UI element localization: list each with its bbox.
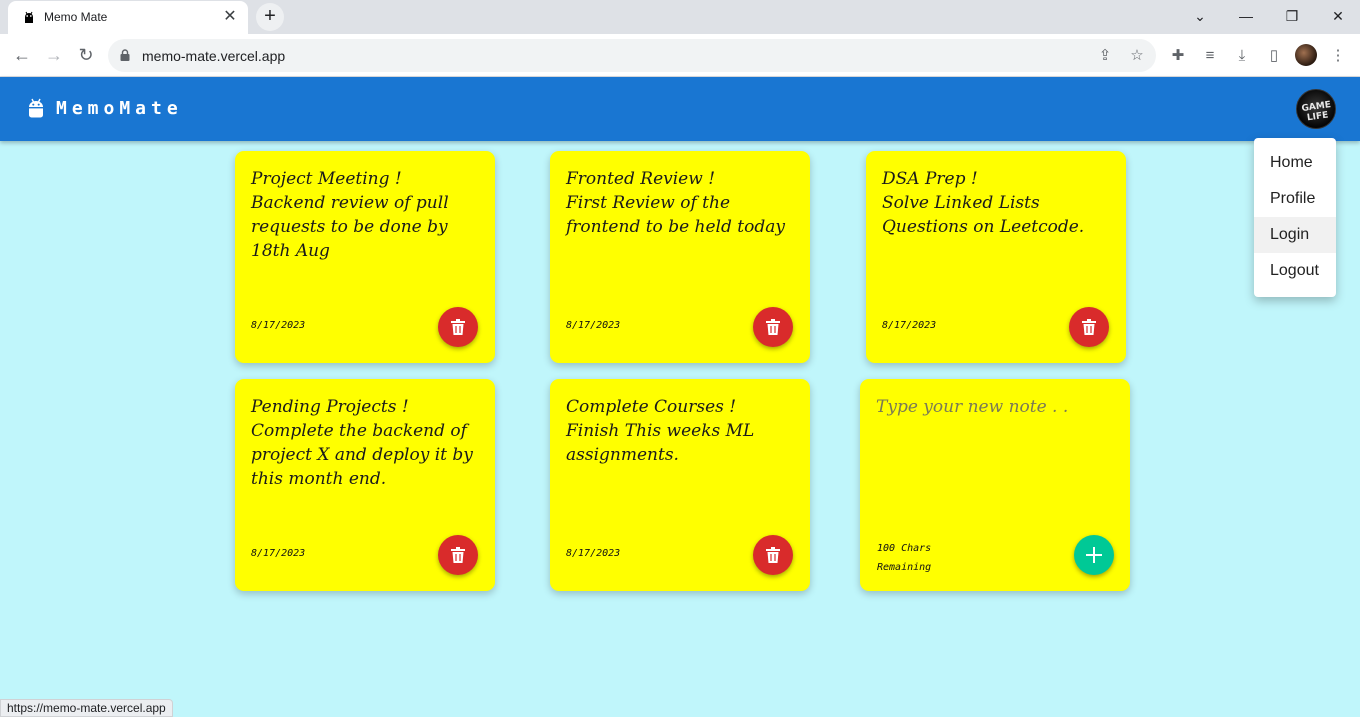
- note-content: Project Meeting ! Backend review of pull…: [251, 167, 491, 263]
- note-body: First Review of the frontend to be held …: [566, 193, 785, 237]
- android-icon: [29, 98, 43, 118]
- note-title: Pending Projects !: [251, 397, 409, 417]
- note-body: Backend review of pull requests to be do…: [251, 193, 449, 261]
- address-bar[interactable]: memo-mate.vercel.app ⇪ ☆: [108, 39, 1156, 72]
- menu-item-login[interactable]: Login: [1254, 217, 1336, 253]
- note-body: Solve Linked Lists Questions on Leetcode…: [882, 193, 1085, 237]
- note-title: DSA Prep !: [882, 169, 978, 189]
- tab-search-icon[interactable]: ⌄: [1188, 4, 1212, 28]
- menu-item-logout[interactable]: Logout: [1254, 253, 1336, 289]
- delete-note-button[interactable]: [753, 535, 793, 575]
- bookmark-star-icon[interactable]: ☆: [1126, 45, 1148, 67]
- note-body: Finish This weeks ML assignments.: [566, 421, 755, 465]
- trash-icon: [1082, 319, 1096, 335]
- plus-icon: [1086, 547, 1102, 563]
- favicon-icon: [25, 11, 33, 23]
- note-card: Complete Courses ! Finish This weeks ML …: [550, 379, 810, 591]
- note-content: DSA Prep ! Solve Linked Lists Questions …: [882, 167, 1122, 239]
- trash-icon: [766, 547, 780, 563]
- delete-note-button[interactable]: [438, 307, 478, 347]
- note-card: Project Meeting ! Backend review of pull…: [235, 151, 495, 363]
- app-header: MemoMate GAME LIFE: [0, 77, 1360, 141]
- note-title: Project Meeting !: [251, 169, 402, 189]
- add-note-button[interactable]: [1074, 535, 1114, 575]
- share-icon[interactable]: ⇪: [1094, 45, 1116, 67]
- reload-icon[interactable]: ↻: [72, 41, 100, 69]
- note-content: Fronted Review ! First Review of the fro…: [566, 167, 806, 239]
- menu-item-home[interactable]: Home: [1254, 145, 1336, 181]
- note-date: 8/17/2023: [566, 548, 621, 559]
- close-window-icon[interactable]: ✕: [1326, 4, 1350, 28]
- tab-close-icon[interactable]: ✕: [220, 7, 240, 27]
- chars-remaining: 100 Chars Remaining: [877, 543, 932, 573]
- note-date: 8/17/2023: [251, 548, 306, 559]
- browser-tab[interactable]: Memo Mate ✕: [8, 1, 248, 34]
- lock-icon: [120, 49, 130, 61]
- note-title: Fronted Review !: [566, 169, 716, 189]
- url-text: memo-mate.vercel.app: [142, 48, 286, 64]
- browser-profile-avatar[interactable]: [1295, 44, 1317, 66]
- forward-icon[interactable]: →: [40, 41, 68, 69]
- note-card: Fronted Review ! First Review of the fro…: [550, 151, 810, 363]
- note-content: Pending Projects ! Complete the backend …: [251, 395, 491, 491]
- nav-dropdown-menu: Home Profile Login Logout: [1254, 138, 1336, 297]
- browser-toolbar: ← → ↻ memo-mate.vercel.app ⇪ ☆ ✚ ≡ ⤓ ▯ ⋮: [0, 34, 1360, 77]
- back-icon[interactable]: ←: [8, 41, 36, 69]
- status-bar-url: https://memo-mate.vercel.app: [0, 699, 173, 717]
- new-note-input[interactable]: [876, 395, 1114, 515]
- note-card: DSA Prep ! Solve Linked Lists Questions …: [866, 151, 1126, 363]
- note-date: 8/17/2023: [566, 320, 621, 331]
- restore-icon[interactable]: ❐: [1280, 4, 1304, 28]
- note-body: Complete the backend of project X and de…: [251, 421, 473, 489]
- delete-note-button[interactable]: [438, 535, 478, 575]
- note-content: Complete Courses ! Finish This weeks ML …: [566, 395, 806, 467]
- tab-title: Memo Mate: [44, 10, 108, 24]
- user-avatar[interactable]: GAME LIFE: [1296, 89, 1336, 129]
- minimize-icon[interactable]: —: [1234, 4, 1258, 28]
- brand-title[interactable]: MemoMate: [56, 98, 183, 119]
- note-date: 8/17/2023: [251, 320, 306, 331]
- side-panel-icon[interactable]: ▯: [1263, 45, 1285, 67]
- browser-tabstrip: Memo Mate ✕ + ⌄ — ❐ ✕: [0, 0, 1360, 34]
- trash-icon: [451, 319, 465, 335]
- note-card: Pending Projects ! Complete the backend …: [235, 379, 495, 591]
- delete-note-button[interactable]: [753, 307, 793, 347]
- extensions-icon[interactable]: ✚: [1167, 45, 1189, 67]
- more-menu-icon[interactable]: ⋮: [1327, 45, 1349, 67]
- note-title: Complete Courses !: [566, 397, 737, 417]
- download-icon[interactable]: ⤓: [1231, 45, 1253, 67]
- trash-icon: [451, 547, 465, 563]
- menu-item-profile[interactable]: Profile: [1254, 181, 1336, 217]
- trash-icon: [766, 319, 780, 335]
- media-icon[interactable]: ≡: [1199, 45, 1221, 67]
- new-tab-button[interactable]: +: [256, 3, 284, 31]
- delete-note-button[interactable]: [1069, 307, 1109, 347]
- note-date: 8/17/2023: [882, 320, 937, 331]
- new-note-card: 100 Chars Remaining: [860, 379, 1130, 591]
